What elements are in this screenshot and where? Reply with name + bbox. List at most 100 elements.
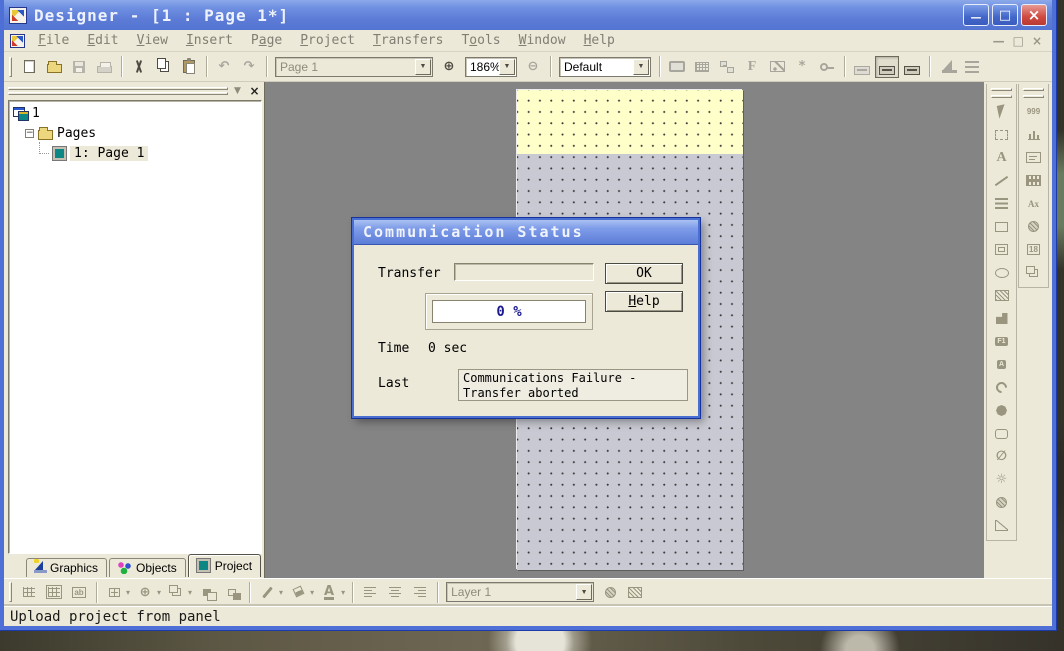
mdi-restore-icon[interactable]: □ (1013, 34, 1024, 48)
tab-project[interactable]: Project (188, 554, 261, 577)
no-fill-tool-button[interactable]: ∅ (988, 445, 1015, 468)
toolbar-gripper[interactable] (1023, 95, 1044, 98)
message-display-button[interactable] (1020, 146, 1047, 169)
security-key-button[interactable] (815, 56, 839, 78)
fill-color-button[interactable] (286, 581, 310, 603)
window-titlebar[interactable]: Designer - [1 : Page 1*] —□× (4, 0, 1052, 30)
collapse-expander-icon[interactable]: − (25, 129, 34, 138)
page-select-combo[interactable]: Page 1▼ (275, 57, 433, 77)
snap-to-grid-button[interactable] (42, 581, 66, 603)
layer-select-dropdown-icon[interactable]: ▼ (576, 584, 592, 600)
line-color-dropdown-icon[interactable]: ▾ (279, 588, 283, 597)
tab-graphics[interactable]: Graphics (26, 558, 107, 577)
tab-objects[interactable]: Objects (109, 558, 186, 577)
menu-page[interactable]: Page (242, 31, 291, 50)
close-button[interactable]: × (1021, 4, 1047, 26)
bar-graph-display-button[interactable] (1020, 123, 1047, 146)
help-button[interactable]: Help (605, 291, 683, 312)
align-text-center-button[interactable] (383, 581, 407, 603)
layer-fill-button[interactable] (623, 581, 647, 603)
menu-project[interactable]: Project (291, 31, 364, 50)
arc-tool-button[interactable] (988, 376, 1015, 399)
paste-button[interactable] (177, 56, 201, 78)
menu-window[interactable]: Window (510, 31, 575, 50)
filled-polygon-tool-button[interactable] (988, 399, 1015, 422)
ellipse-tool-button[interactable] (988, 261, 1015, 284)
tree-item-page1[interactable]: 1: Page 1 (13, 146, 257, 161)
maximize-button[interactable]: □ (992, 4, 1018, 26)
minimize-button[interactable]: — (963, 4, 989, 26)
show-grid-button[interactable] (17, 581, 41, 603)
new-button[interactable] (17, 56, 41, 78)
zoom-out-button[interactable]: ⊖ (521, 56, 545, 78)
select-tool-button[interactable] (988, 100, 1015, 123)
download-to-panel-button[interactable] (850, 56, 874, 78)
send-to-back-button[interactable] (220, 581, 244, 603)
menu-file[interactable]: File (29, 31, 78, 50)
graphics-library-button[interactable] (935, 56, 959, 78)
toolbar-gripper[interactable] (991, 95, 1012, 98)
center-objects-dropdown-icon[interactable]: ▾ (157, 588, 161, 597)
undo-button[interactable]: ↶ (212, 56, 236, 78)
tree-item-project[interactable]: 1 (13, 106, 257, 121)
mdi-minimize-icon[interactable]: — (993, 34, 1005, 48)
group-objects-dropdown-icon[interactable]: ▾ (188, 588, 192, 597)
transfer-field[interactable] (454, 263, 594, 281)
mdi-close-icon[interactable]: × (1032, 34, 1042, 48)
function-key-tool-button[interactable]: F1 (988, 330, 1015, 353)
align-objects-button[interactable] (102, 581, 126, 603)
star-tool-button[interactable]: ☼ (988, 468, 1015, 491)
polygon-tool-button[interactable] (988, 307, 1015, 330)
bring-to-front-button[interactable] (195, 581, 219, 603)
toolbar-gripper[interactable] (991, 88, 1012, 91)
panel-header[interactable]: ▼ × (8, 84, 262, 100)
panel-setup-button[interactable] (665, 56, 689, 78)
menu-view[interactable]: View (128, 31, 177, 50)
style-select-combo[interactable]: Default▼ (559, 57, 651, 77)
toolbar-gripper[interactable] (9, 57, 12, 77)
recipe-display-button[interactable] (1020, 169, 1047, 192)
object-library-button[interactable] (960, 56, 984, 78)
zoom-level-dropdown-icon[interactable]: ▼ (499, 59, 515, 75)
keypad-setup-button[interactable] (690, 56, 714, 78)
rounded-rect-tool-button[interactable] (988, 422, 1015, 445)
cut-button[interactable] (127, 56, 151, 78)
bitmaps-button[interactable] (765, 56, 789, 78)
text-color-dropdown-icon[interactable]: ▾ (341, 588, 345, 597)
fill-color-dropdown-icon[interactable]: ▾ (310, 588, 314, 597)
save-button[interactable] (67, 56, 91, 78)
dialog-titlebar[interactable]: Communication Status (354, 220, 698, 245)
text-display-button[interactable]: Ax (1020, 192, 1047, 215)
panel-dropdown-icon[interactable]: ▼ (230, 85, 245, 98)
marquee-tool-button[interactable] (988, 123, 1015, 146)
page-select-dropdown-icon[interactable]: ▼ (415, 59, 431, 75)
ok-button[interactable]: OK (605, 263, 683, 284)
line-color-button[interactable] (255, 581, 279, 603)
sphere-tool-button[interactable] (988, 491, 1015, 514)
text-button-tool-button[interactable]: A (988, 353, 1015, 376)
layer-visibility-button[interactable] (598, 581, 622, 603)
open-button[interactable] (42, 56, 66, 78)
center-objects-button[interactable]: ⊕ (133, 581, 157, 603)
redo-button[interactable]: ↷ (237, 56, 261, 78)
numeric-display-button[interactable]: 999 (1020, 100, 1047, 123)
time-display-button[interactable]: 18 (1020, 238, 1047, 261)
align-objects-dropdown-icon[interactable]: ▾ (126, 588, 130, 597)
text-tool-button[interactable]: A (988, 146, 1015, 169)
panel-gripper[interactable] (8, 87, 228, 95)
print-button[interactable] (92, 56, 116, 78)
upload-from-panel-button[interactable] (875, 56, 899, 78)
toolbar-gripper[interactable] (1023, 88, 1044, 91)
bitmap-tool-button[interactable] (988, 284, 1015, 307)
style-select-dropdown-icon[interactable]: ▼ (633, 59, 649, 75)
line-tool-button[interactable] (988, 169, 1015, 192)
frame-tool-button[interactable] (988, 238, 1015, 261)
toolbar-gripper[interactable] (9, 582, 12, 602)
meter-display-button[interactable] (1020, 215, 1047, 238)
copy-button[interactable] (152, 56, 176, 78)
tree-item-pages[interactable]: − Pages (13, 126, 257, 141)
menu-tools[interactable]: Tools (452, 31, 509, 50)
panel-close-icon[interactable]: × (247, 85, 262, 98)
menu-help[interactable]: Help (575, 31, 624, 50)
menu-transfers[interactable]: Transfers (364, 31, 452, 50)
